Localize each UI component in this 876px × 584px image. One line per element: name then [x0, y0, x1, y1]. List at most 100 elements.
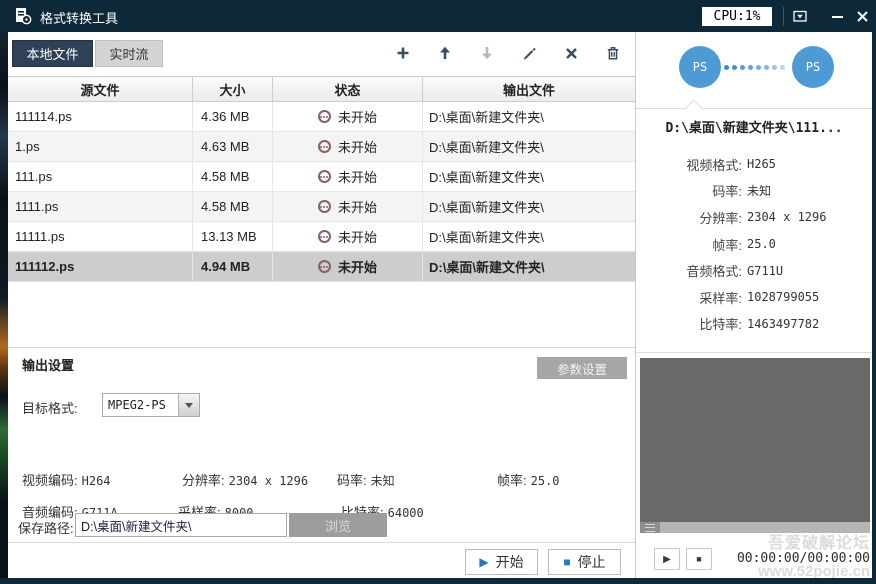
- close-button[interactable]: [851, 7, 873, 26]
- source-file-cell: 11111.ps: [8, 222, 193, 251]
- output-path-cell: D:\桌面\新建文件夹\: [423, 132, 635, 161]
- status-pending-icon: [318, 110, 331, 123]
- table-row[interactable]: 111.ps 4.58 MB 未开始 D:\桌面\新建文件夹\: [8, 162, 635, 192]
- output-path-cell: D:\桌面\新建文件夹\: [423, 162, 635, 191]
- output-settings-title: 输出设置: [22, 355, 74, 374]
- status-pending-icon: [318, 260, 331, 273]
- remove-file-button[interactable]: [560, 42, 582, 64]
- tab-live-stream[interactable]: 实时流: [95, 40, 163, 67]
- file-toolbar: [392, 42, 624, 64]
- file-size-cell: 4.58 MB: [193, 192, 273, 221]
- file-size-cell: 4.36 MB: [193, 102, 273, 131]
- status-pending-icon: [318, 200, 331, 213]
- minimize-to-tray-button[interactable]: [789, 7, 811, 26]
- stop-icon: ■: [563, 556, 570, 568]
- info-row: 帧率: 25.0: [636, 231, 872, 258]
- section-divider: [8, 542, 635, 543]
- window-border-bottom: [0, 578, 876, 584]
- target-format-label: 目标格式:: [22, 398, 78, 417]
- seek-handle[interactable]: [640, 522, 660, 533]
- output-path-cell: D:\桌面\新建文件夹\: [423, 222, 635, 251]
- source-file-cell: 1111.ps: [8, 192, 193, 221]
- table-row[interactable]: 11111.ps 13.13 MB 未开始 D:\桌面\新建文件夹\: [8, 222, 635, 252]
- column-header-output[interactable]: 输出文件: [423, 77, 635, 101]
- edit-file-button[interactable]: [518, 42, 540, 64]
- app-icon: [13, 6, 33, 26]
- status-cell: 未开始: [273, 162, 423, 191]
- column-header-source[interactable]: 源文件: [8, 77, 193, 101]
- bitrate-field: 码率:未知: [337, 470, 395, 489]
- column-header-size[interactable]: 大小: [193, 77, 273, 101]
- source-format-badge: PS: [679, 46, 721, 88]
- status-text: 未开始: [338, 227, 377, 246]
- conversion-arrow-dots: [724, 65, 785, 70]
- status-pending-icon: [318, 230, 331, 243]
- minimize-button[interactable]: [826, 7, 848, 26]
- watermark-text: 吾爱破解论坛: [768, 529, 870, 553]
- output-path-cell: D:\桌面\新建文件夹\: [423, 252, 635, 281]
- start-button[interactable]: ▶ 开始: [465, 549, 538, 575]
- file-size-cell: 4.63 MB: [193, 132, 273, 161]
- stop-button-label: 停止: [578, 552, 606, 572]
- file-list-panel: 本地文件 实时流: [8, 32, 635, 578]
- desktop-background-strip: [0, 32, 8, 584]
- status-cell: 未开始: [273, 222, 423, 251]
- target-format-select[interactable]: MPEG2-PS: [102, 393, 200, 417]
- stop-button[interactable]: ■ 停止: [548, 549, 621, 575]
- info-row: 码率: 未知: [636, 178, 872, 205]
- status-cell: 未开始: [273, 132, 423, 161]
- table-row-selected[interactable]: 111112.ps 4.94 MB 未开始 D:\桌面\新建文件夹\: [8, 252, 635, 282]
- window-title: 格式转换工具: [40, 8, 118, 27]
- table-row[interactable]: 111114.ps 4.36 MB 未开始 D:\桌面\新建文件夹\: [8, 102, 635, 132]
- chevron-down-icon: [185, 403, 193, 408]
- column-header-status[interactable]: 状态: [273, 77, 423, 101]
- trash-icon: [606, 46, 620, 60]
- table-row[interactable]: 1.ps 4.63 MB 未开始 D:\桌面\新建文件夹\: [8, 132, 635, 162]
- status-cell: 未开始: [273, 252, 423, 281]
- preview-play-button[interactable]: ▶: [654, 548, 680, 570]
- output-path-cell: D:\桌面\新建文件夹\: [423, 192, 635, 221]
- file-size-cell: 13.13 MB: [193, 222, 273, 251]
- info-row: 视频格式: H265: [636, 151, 872, 178]
- tab-local-files[interactable]: 本地文件: [12, 40, 93, 67]
- app-window: 格式转换工具 CPU:1% 本地文件 实时流: [0, 0, 876, 584]
- status-text: 未开始: [338, 197, 377, 216]
- file-size-cell: 4.58 MB: [193, 162, 273, 191]
- status-text: 未开始: [338, 137, 377, 156]
- video-preview: [640, 358, 870, 522]
- close-icon: [856, 10, 869, 23]
- output-path-cell: D:\桌面\新建文件夹\: [423, 102, 635, 131]
- status-text: 未开始: [338, 257, 377, 276]
- move-up-button[interactable]: [434, 42, 456, 64]
- pencil-icon: [522, 46, 536, 60]
- play-icon: ▶: [663, 554, 671, 565]
- save-path-input[interactable]: [75, 513, 287, 537]
- source-file-cell: 111.ps: [8, 162, 193, 191]
- play-icon: ▶: [479, 556, 488, 568]
- resolution-field: 分辨率:2304 x 1296: [182, 470, 308, 489]
- titlebar-separator: [783, 7, 784, 26]
- source-file-cell: 111112.ps: [8, 252, 193, 281]
- status-cell: 未开始: [273, 102, 423, 131]
- preview-stop-button[interactable]: ■: [686, 548, 712, 570]
- info-divider: [636, 108, 872, 109]
- caret-up-icon: [686, 100, 703, 117]
- status-cell: 未开始: [273, 192, 423, 221]
- source-file-cell: 111114.ps: [8, 102, 193, 131]
- info-row: 音频格式: G711U: [636, 257, 872, 284]
- minimize-icon: [831, 10, 844, 23]
- target-format-badge: PS: [792, 46, 834, 88]
- parameter-settings-button[interactable]: 参数设置: [537, 357, 627, 379]
- target-format-value: MPEG2-PS: [103, 394, 178, 416]
- cpu-usage-badge: CPU:1%: [702, 7, 772, 26]
- dropdown-arrow-button[interactable]: [178, 394, 199, 416]
- move-down-button[interactable]: [476, 42, 498, 64]
- delete-all-button[interactable]: [602, 42, 624, 64]
- table-row[interactable]: 1111.ps 4.58 MB 未开始 D:\桌面\新建文件夹\: [8, 192, 635, 222]
- source-file-cell: 1.ps: [8, 132, 193, 161]
- arrow-down-icon: [480, 46, 494, 60]
- add-file-button[interactable]: [392, 42, 414, 64]
- video-codec-field: 视频编码:H264: [22, 470, 111, 489]
- browse-button[interactable]: 浏览: [289, 513, 387, 537]
- section-divider: [8, 347, 635, 348]
